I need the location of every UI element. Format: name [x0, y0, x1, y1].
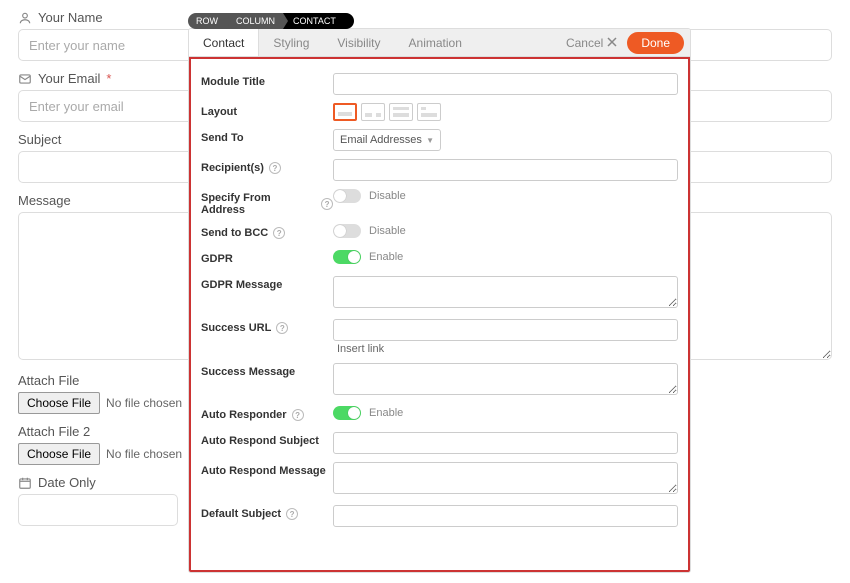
tab-contact[interactable]: Contact [189, 29, 259, 56]
recipients-label: Recipient(s) ? [201, 159, 333, 174]
layout-option-2[interactable] [361, 103, 385, 121]
tab-styling[interactable]: Styling [259, 29, 323, 56]
cancel-button[interactable]: Cancel [566, 36, 617, 50]
toggle-state: Enable [369, 251, 403, 263]
done-button[interactable]: Done [627, 32, 684, 54]
mail-icon [18, 72, 32, 86]
help-icon[interactable]: ? [286, 508, 298, 520]
auto-responder-toggle[interactable] [333, 406, 361, 420]
help-icon[interactable]: ? [269, 162, 281, 174]
modal-tabs: Contact Styling Visibility Animation Can… [189, 29, 690, 57]
auto-subject-input[interactable] [333, 432, 678, 454]
recipients-input[interactable] [333, 159, 678, 181]
layout-label: Layout [201, 103, 333, 118]
tab-animation[interactable]: Animation [395, 29, 476, 56]
toggle-state: Disable [369, 190, 406, 202]
breadcrumb: ROW COLUMN CONTACT [188, 13, 346, 29]
settings-modal: Contact Styling Visibility Animation Can… [188, 28, 691, 573]
choose-file-button-1[interactable]: Choose File [18, 392, 100, 414]
tab-visibility[interactable]: Visibility [323, 29, 394, 56]
breadcrumb-column[interactable]: COLUMN [226, 13, 283, 29]
success-url-input[interactable] [333, 319, 678, 341]
send-bcc-toggle[interactable] [333, 224, 361, 238]
send-bcc-label: Send to BCC ? [201, 224, 333, 239]
auto-responder-label: Auto Responder ? [201, 406, 333, 421]
auto-subject-label: Auto Respond Subject [201, 432, 333, 447]
send-to-label: Send To [201, 129, 333, 144]
insert-link-hint[interactable]: Insert link [333, 341, 678, 355]
layout-option-3[interactable] [389, 103, 413, 121]
help-icon[interactable]: ? [292, 409, 304, 421]
gdpr-message-textarea[interactable] [333, 276, 678, 308]
toggle-state: Disable [369, 225, 406, 237]
modal-body: Module Title Layout Send To Email Addres… [189, 57, 690, 572]
auto-message-label: Auto Respond Message [201, 462, 333, 477]
default-subject-input[interactable] [333, 505, 678, 527]
success-url-label: Success URL ? [201, 319, 333, 334]
gdpr-message-label: GDPR Message [201, 276, 333, 291]
success-message-label: Success Message [201, 363, 333, 378]
help-icon[interactable]: ? [273, 227, 285, 239]
layout-options [333, 103, 678, 121]
your-name-label: Your Name [18, 10, 832, 25]
specify-from-toggle[interactable] [333, 189, 361, 203]
gdpr-toggle[interactable] [333, 250, 361, 264]
default-subject-label: Default Subject ? [201, 505, 333, 520]
close-icon [607, 36, 617, 50]
file-status-1: No file chosen [106, 396, 182, 410]
calendar-icon [18, 476, 32, 490]
help-icon[interactable]: ? [321, 198, 333, 210]
send-to-select[interactable]: Email Addresses ▼ [333, 129, 441, 151]
module-title-input[interactable] [333, 73, 678, 95]
chevron-down-icon: ▼ [426, 136, 434, 145]
layout-option-1[interactable] [333, 103, 357, 121]
breadcrumb-row[interactable]: ROW [188, 13, 226, 29]
choose-file-button-2[interactable]: Choose File [18, 443, 100, 465]
toggle-state: Enable [369, 407, 403, 419]
auto-message-textarea[interactable] [333, 462, 678, 494]
success-message-textarea[interactable] [333, 363, 678, 395]
required-marker: * [106, 71, 111, 86]
breadcrumb-contact[interactable]: CONTACT [283, 13, 346, 29]
layout-option-4[interactable] [417, 103, 441, 121]
date-only-input[interactable] [18, 494, 178, 526]
module-title-label: Module Title [201, 73, 333, 88]
specify-from-label: Specify From Address ? [201, 189, 333, 216]
person-icon [18, 11, 32, 25]
file-status-2: No file chosen [106, 447, 182, 461]
help-icon[interactable]: ? [276, 322, 288, 334]
gdpr-label: GDPR [201, 250, 333, 265]
